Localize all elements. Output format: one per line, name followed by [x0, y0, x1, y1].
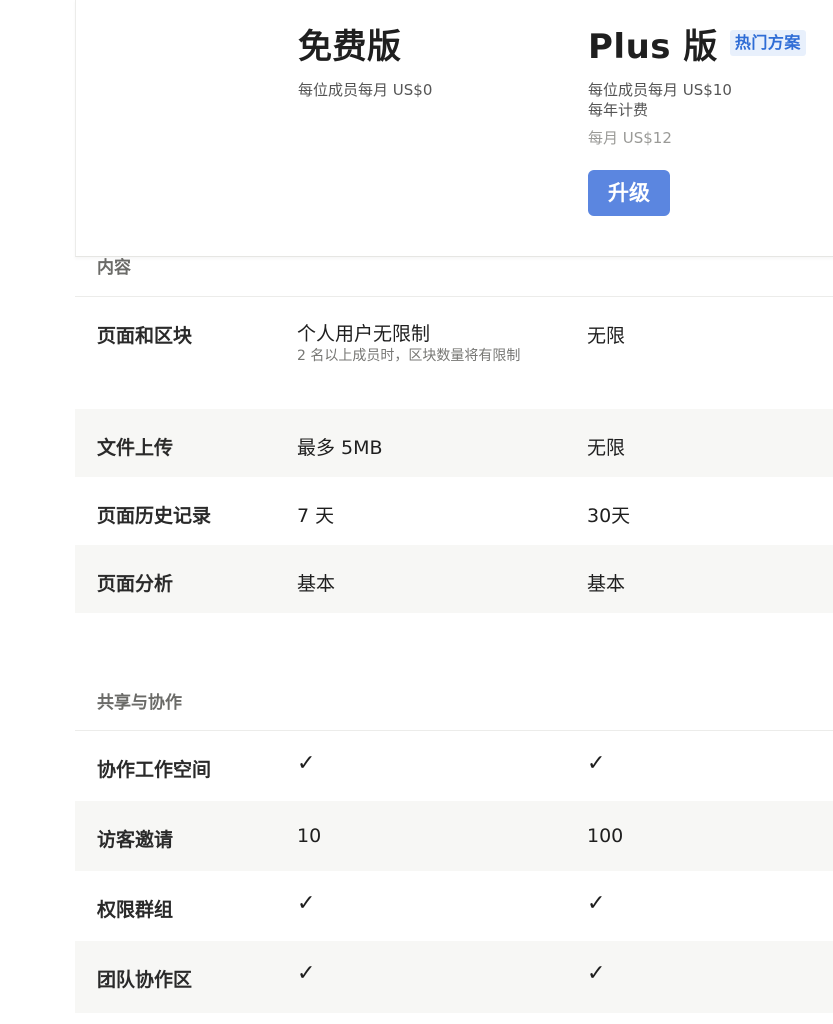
table-row: 协作工作空间 ✓ ✓ [75, 731, 833, 801]
free-plan-name: 免费版 [298, 26, 402, 67]
check-icon: ✓ [297, 891, 316, 916]
free-value: 7 天 [297, 505, 335, 527]
table-row: 页面分析 基本 基本 [75, 545, 833, 613]
plus-plan-billing: 每年计费 [588, 101, 649, 119]
plus-value: 无限 [587, 325, 626, 347]
row-label: 页面历史记录 [97, 505, 212, 527]
free-value: 10 [297, 825, 322, 847]
row-label: 页面和区块 [97, 325, 193, 347]
plus-value: 无限 [587, 437, 626, 459]
row-label: 文件上传 [97, 437, 174, 459]
table-row: 权限群组 ✓ ✓ [75, 871, 833, 941]
free-plan-price: 每位成员每月 US$0 [298, 81, 433, 99]
table-row: 页面和区块 个人用户无限制 2 名以上成员时，区块数量将有限制 无限 [75, 297, 833, 409]
table-row: 访客邀请 10 100 [75, 801, 833, 871]
pricing-comparison-page: 免费版 每位成员每月 US$0 Plus 版 热门方案 每位成员每月 US$10… [0, 0, 833, 1024]
plus-value: 30天 [587, 505, 631, 527]
check-icon: ✓ [587, 961, 606, 986]
free-value: 基本 [297, 573, 336, 595]
free-value: 个人用户无限制 [297, 323, 431, 345]
popular-badge: 热门方案 [729, 30, 806, 56]
section-title-sharing: 共享与协作 [97, 693, 182, 713]
free-value: 最多 5MB [297, 437, 383, 459]
upgrade-button[interactable]: 升级 [588, 170, 670, 216]
row-label: 团队协作区 [97, 969, 193, 991]
plans-header: 免费版 每位成员每月 US$0 Plus 版 热门方案 每位成员每月 US$10… [75, 0, 833, 257]
plus-plan-price: 每位成员每月 US$10 [588, 81, 732, 99]
plus-value: 基本 [587, 573, 626, 595]
plus-plan-monthly-price: 每月 US$12 [588, 129, 672, 147]
row-label: 协作工作空间 [97, 759, 212, 781]
check-icon: ✓ [587, 751, 606, 776]
row-label: 访客邀请 [97, 829, 174, 851]
check-icon: ✓ [297, 751, 316, 776]
table-row: 文件上传 最多 5MB 无限 [75, 409, 833, 477]
check-icon: ✓ [587, 891, 606, 916]
row-label: 页面分析 [97, 573, 174, 595]
plus-plan-title: Plus 版 热门方案 [588, 20, 806, 67]
row-label: 权限群组 [97, 899, 174, 921]
plus-plan-column: Plus 版 热门方案 每位成员每月 US$10 每年计费 每月 US$12 升… [588, 20, 806, 216]
plus-plan-name: Plus 版 [588, 26, 718, 67]
table-row: 团队协作区 ✓ ✓ [75, 941, 833, 1013]
free-note: 2 名以上成员时，区块数量将有限制 [297, 348, 521, 364]
plus-value: 100 [587, 825, 624, 847]
table-row: 页面历史记录 7 天 30天 [75, 477, 833, 545]
check-icon: ✓ [297, 961, 316, 986]
free-plan-column: 免费版 每位成员每月 US$0 [298, 20, 432, 100]
